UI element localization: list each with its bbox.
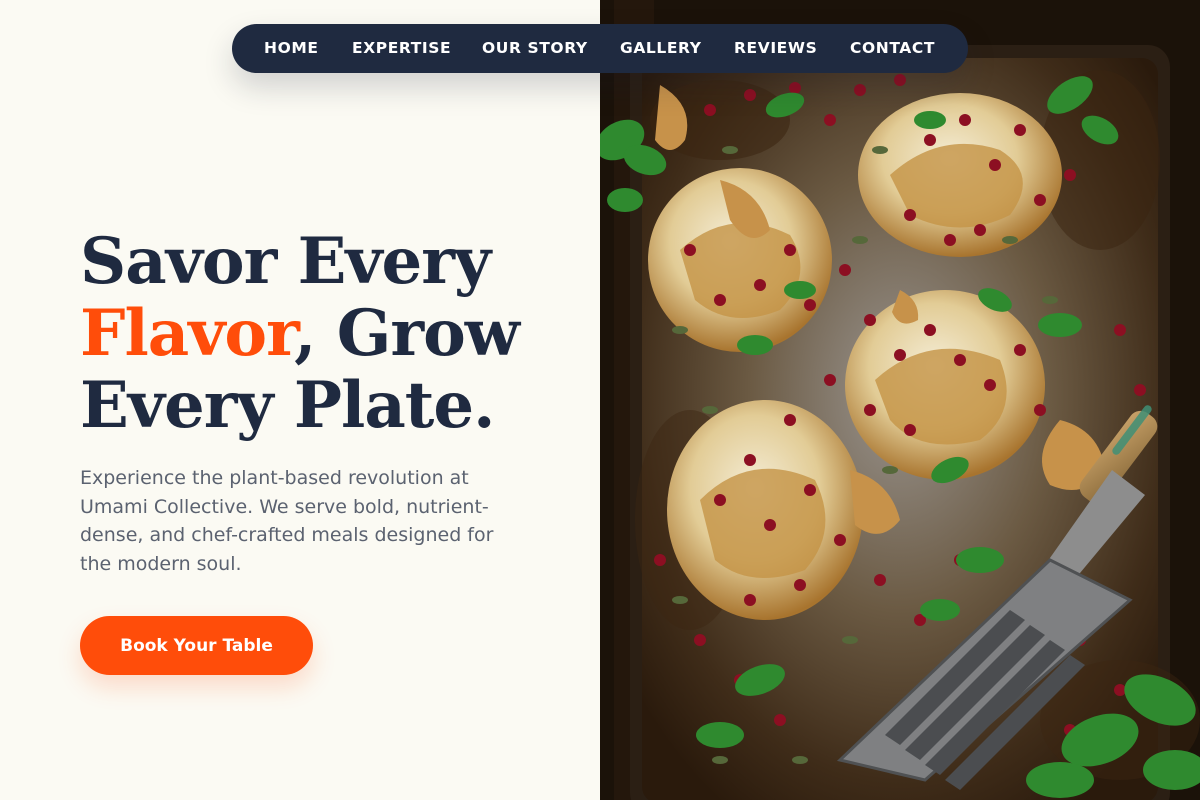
headline-line-2-rest: , Grow xyxy=(294,296,520,371)
nav-link-reviews[interactable]: REVIEWS xyxy=(734,39,817,58)
food-photo-icon xyxy=(600,0,1200,800)
headline-line-2: Flavor, Grow xyxy=(80,296,520,371)
nav-link-gallery[interactable]: GALLERY xyxy=(620,39,702,58)
headline-accent-word: Flavor xyxy=(80,296,295,371)
hero-description: Experience the plant-based revolution at… xyxy=(80,467,494,575)
hero-headline: Savor Every Flavor, Grow Every Plate. xyxy=(80,224,520,443)
nav-link-contact[interactable]: CONTACT xyxy=(850,39,935,58)
headline-line-1: Savor Every xyxy=(80,224,491,299)
nav-link-our-story[interactable]: OUR STORY xyxy=(482,39,588,58)
nav-link-expertise[interactable]: EXPERTISE xyxy=(352,39,451,58)
headline-line-3: Every Plate. xyxy=(80,368,495,443)
nav-link-home[interactable]: HOME xyxy=(264,39,319,58)
cauliflower-steak-bottom xyxy=(667,400,863,620)
main-nav: HOME EXPERTISE OUR STORY GALLERY REVIEWS… xyxy=(232,24,968,73)
hero-food-photo xyxy=(600,0,1200,800)
book-table-button[interactable]: Book Your Table xyxy=(80,616,313,675)
